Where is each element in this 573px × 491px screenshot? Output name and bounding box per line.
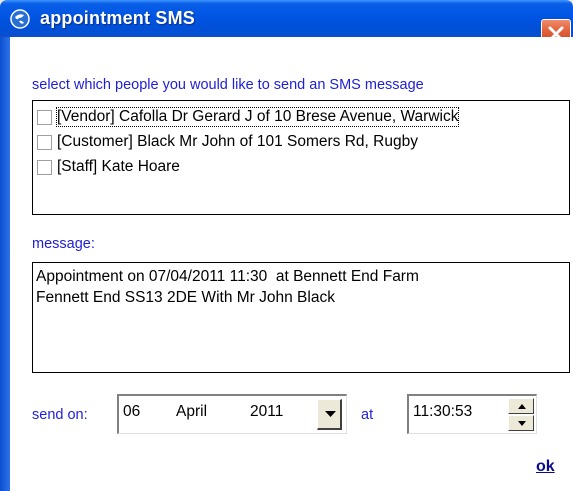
send-on-label: send on: <box>32 407 88 423</box>
date-year[interactable]: 2011 <box>250 403 283 421</box>
send-date-picker[interactable]: 06 April 2011 <box>117 394 347 434</box>
title-bar[interactable]: appointment SMS <box>0 0 573 37</box>
time-down-button[interactable] <box>508 415 534 431</box>
at-label: at <box>361 407 374 423</box>
message-label: message: <box>32 236 95 252</box>
send-time-picker[interactable]: 11:30:53 <box>407 394 537 434</box>
recipients-label: select which people you would like to se… <box>32 77 424 93</box>
dialog-window: appointment SMS select which people you … <box>0 0 573 491</box>
ok-link[interactable]: ok <box>536 458 555 476</box>
recipient-checkbox[interactable] <box>37 160 52 175</box>
time-value[interactable]: 11:30:53 <box>413 403 472 421</box>
arrow-up-icon <box>518 404 526 409</box>
recipient-checkbox[interactable] <box>37 135 52 150</box>
recipient-label: [Customer] Black Mr John of 101 Somers R… <box>57 133 418 150</box>
date-dropdown-button[interactable] <box>317 399 342 430</box>
message-text: Appointment on 07/04/2011 11:30 at Benne… <box>36 268 419 306</box>
recipient-label: [Staff] Kate Hoare <box>57 158 180 175</box>
list-item-staff[interactable]: [Staff] Kate Hoare <box>35 156 569 178</box>
time-up-button[interactable] <box>508 398 534 414</box>
list-item-customer[interactable]: [Customer] Black Mr John of 101 Somers R… <box>35 131 569 153</box>
window-left-border <box>0 37 10 491</box>
message-textarea[interactable]: Appointment on 07/04/2011 11:30 at Benne… <box>32 262 570 373</box>
window-title: appointment SMS <box>40 8 195 28</box>
recipient-label: [Vendor] Cafolla Dr Gerard J of 10 Brese… <box>55 107 460 127</box>
date-day[interactable]: 06 <box>123 403 140 421</box>
date-month[interactable]: April <box>176 403 207 421</box>
recipient-checkbox[interactable] <box>37 110 52 125</box>
chevron-down-icon <box>325 411 336 417</box>
recipients-list[interactable]: [Vendor] Cafolla Dr Gerard J of 10 Brese… <box>32 100 570 215</box>
arrow-down-icon <box>518 421 526 426</box>
list-item-vendor[interactable]: [Vendor] Cafolla Dr Gerard J of 10 Brese… <box>35 106 569 128</box>
app-globe-icon <box>10 9 30 29</box>
